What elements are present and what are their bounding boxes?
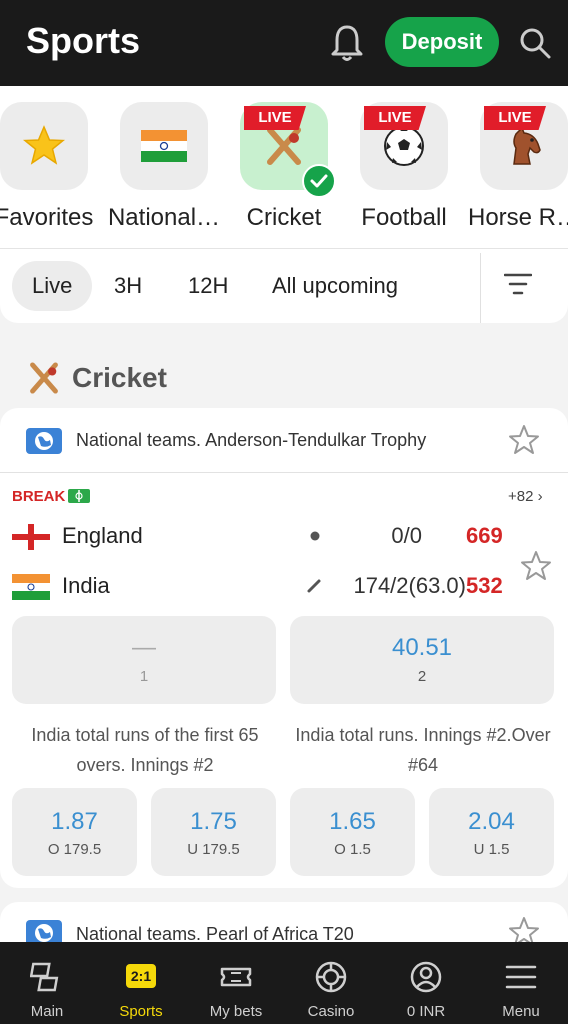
section-header: Cricket: [26, 360, 167, 400]
nav-label: Casino: [307, 1003, 355, 1020]
category-strip: Favorites National… LIVE Cricket LIVE Fo…: [0, 86, 568, 249]
nav-label: My bets: [209, 1003, 263, 1020]
team-total: 532: [466, 573, 503, 598]
category-label: Horse R…: [467, 204, 568, 231]
page-title: Sports: [26, 20, 141, 61]
odds-button[interactable]: 1.75 U 179.5: [151, 788, 276, 876]
user-icon: [410, 961, 442, 993]
nav-menu[interactable]: Menu: [474, 942, 568, 1024]
odds-key: O 179.5: [47, 841, 102, 858]
odds-button[interactable]: 40.51 2: [290, 616, 554, 704]
selected-check-icon: [302, 164, 336, 198]
horse-icon: [513, 126, 541, 165]
odds-value: 2.04: [468, 808, 515, 835]
favorite-star-icon[interactable]: [508, 916, 540, 942]
nav-label: 0 INR: [406, 1003, 446, 1020]
main-icon: [30, 962, 59, 992]
team-total: 669: [466, 523, 503, 548]
divider: [480, 253, 481, 323]
india-flag-icon: [12, 574, 50, 600]
top-bar: Sports Deposit: [0, 0, 568, 86]
nav-label: Main: [30, 1003, 64, 1020]
india-flag-icon: [141, 130, 187, 162]
bottom-nav: Main 2:1 Sports My bets Casino 0 INR Men…: [0, 942, 568, 1024]
nav-sports[interactable]: 2:1 Sports: [94, 942, 188, 1024]
globe-icon: [26, 920, 62, 942]
star-filled-icon: [22, 125, 66, 165]
match-status: BREAK: [12, 488, 66, 505]
odds-value: 40.51: [391, 634, 453, 661]
odds-value: 1.75: [190, 808, 237, 835]
market-title: India total runs of the first 65 overs. …: [31, 725, 259, 775]
ticket-icon: [220, 967, 252, 987]
nav-main[interactable]: Main: [0, 942, 94, 1024]
odds-button[interactable]: 2.04 U 1.5: [429, 788, 554, 876]
live-badge: LIVE: [244, 106, 306, 130]
section-title: Cricket: [72, 362, 167, 393]
bell-icon[interactable]: [330, 23, 364, 63]
category-tile: [120, 102, 208, 190]
time-filter-bar: Live 3H 12H All upcoming: [0, 249, 568, 323]
league-name: National teams. Anderson-Tendulkar Troph…: [76, 430, 427, 450]
odds-button[interactable]: 1.87 O 179.5: [12, 788, 137, 876]
menu-icon: [505, 965, 537, 989]
globe-icon: [26, 428, 62, 454]
category-tile: LIVE: [480, 102, 568, 190]
nav-casino[interactable]: Casino: [284, 942, 378, 1024]
odds-key: 1: [139, 668, 149, 685]
chip-icon: [315, 961, 347, 993]
cricket-icon: [267, 127, 301, 165]
nav-label: Menu: [502, 1003, 540, 1020]
odds-value: 1.87: [51, 808, 98, 835]
odds-key: U 1.5: [473, 841, 510, 858]
team-score: 174/2(63.0): [353, 573, 466, 598]
football-icon: [384, 126, 424, 166]
pitch-icon: [68, 489, 90, 503]
nav-my-bets[interactable]: My bets: [189, 942, 283, 1024]
category-horse-racing[interactable]: LIVE Horse R…: [464, 102, 568, 242]
category-tile: LIVE: [360, 102, 448, 190]
more-markets-link[interactable]: +82 ›: [508, 488, 543, 505]
favorite-star-icon[interactable]: [508, 424, 540, 456]
bat-indicator-icon: [307, 579, 321, 593]
team-score: 0/0: [391, 523, 422, 548]
filter-live[interactable]: Live: [12, 261, 93, 311]
filter-all-upcoming[interactable]: All upcoming: [252, 261, 418, 311]
category-tile: LIVE: [240, 102, 336, 198]
nav-account[interactable]: 0 INR: [379, 942, 473, 1024]
league-name: National teams. Pearl of Africa T20: [76, 924, 354, 942]
team-name: England: [62, 523, 143, 548]
live-badge: LIVE: [364, 106, 426, 130]
market-title: India total runs. Innings #2.Over #64: [295, 725, 551, 775]
favorite-star-icon[interactable]: [520, 550, 552, 582]
odds-button[interactable]: — 1: [12, 616, 276, 704]
team-row: India 174/2(63.0) 532: [12, 570, 552, 602]
team-row: England 0/0 669: [12, 520, 552, 552]
category-tile: [0, 102, 88, 190]
filter-3h[interactable]: 3H: [94, 261, 162, 311]
live-badge: LIVE: [484, 106, 546, 130]
nav-label: Sports: [119, 1003, 163, 1020]
odds-button[interactable]: 1.65 O 1.5: [290, 788, 415, 876]
team-name: India: [62, 573, 110, 598]
odds-value: —: [132, 634, 156, 661]
cricket-icon: [30, 362, 58, 394]
event-card: National teams. Pearl of Africa T20: [0, 902, 568, 942]
odds-key: U 179.5: [187, 841, 240, 858]
filter-icon[interactable]: [504, 271, 532, 297]
odds-key: 2: [417, 668, 427, 685]
search-icon[interactable]: [518, 26, 552, 60]
filter-12h[interactable]: 12H: [168, 261, 248, 311]
event-card: National teams. Anderson-Tendulkar Troph…: [0, 408, 568, 888]
sports-icon: 2:1: [126, 964, 156, 988]
league-header[interactable]: National teams. Anderson-Tendulkar Troph…: [0, 408, 568, 473]
odds-value: 1.65: [329, 808, 376, 835]
deposit-button[interactable]: Deposit: [385, 17, 499, 67]
odds-key: O 1.5: [334, 841, 371, 858]
england-flag-icon: [12, 524, 50, 550]
